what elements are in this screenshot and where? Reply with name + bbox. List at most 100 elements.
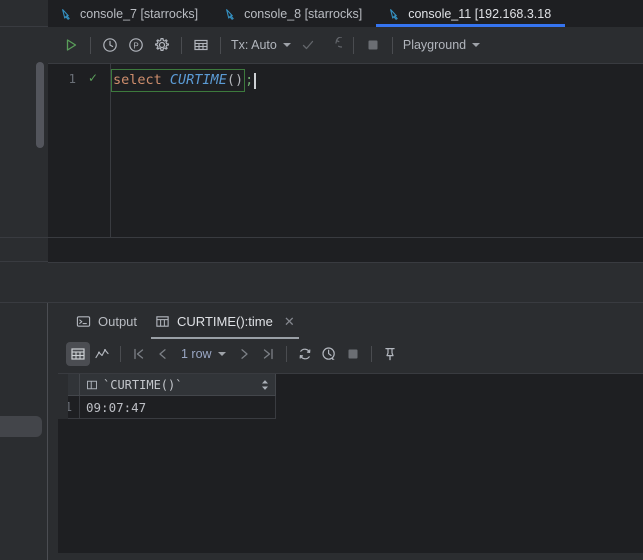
stop-button[interactable] xyxy=(360,32,386,58)
tab-label: console_11 [192.168.3.18 xyxy=(408,6,552,21)
tab-label: console_7 [starrocks] xyxy=(80,6,199,21)
sql-parentheses: () xyxy=(226,72,244,88)
inspection-ok-icon: ✓ xyxy=(87,71,98,85)
left-panel-scrollbar-thumb[interactable] xyxy=(36,62,44,148)
console-icon xyxy=(60,7,74,21)
timing-icon xyxy=(321,346,337,362)
stop-icon xyxy=(365,37,381,53)
next-page-button[interactable] xyxy=(232,342,256,366)
toolbar-separator xyxy=(352,36,354,54)
profile-icon: P xyxy=(128,37,144,53)
grid-empty-area xyxy=(58,419,643,553)
pin-tab-button[interactable] xyxy=(378,342,402,366)
left-panel-secondary-header xyxy=(0,262,48,303)
console-icon xyxy=(388,7,402,21)
column-type-icon xyxy=(86,379,98,391)
editor-tab-strip: console_7 [starrocks] console_8 [starroc… xyxy=(48,0,643,27)
tab-console-8[interactable]: console_8 [starrocks] xyxy=(212,0,376,27)
execute-button[interactable] xyxy=(58,32,84,58)
rollback-button[interactable] xyxy=(321,32,347,58)
gear-icon xyxy=(154,37,170,53)
services-results-panel: Output CURTIME():time ✕ 1 row `CURTIME()… xyxy=(48,303,643,560)
sql-editor[interactable]: 1 ✓ select CURTIME(); xyxy=(48,63,643,237)
tab-output[interactable]: Output xyxy=(68,304,145,339)
column-name: `CURTIME()` xyxy=(103,377,183,392)
prev-page-icon xyxy=(155,346,171,362)
result-toolbar: 1 row xyxy=(48,339,643,369)
tab-console-11[interactable]: console_11 [192.168.3.18 xyxy=(376,0,566,27)
prev-page-button[interactable] xyxy=(151,342,175,366)
first-page-button[interactable] xyxy=(127,342,151,366)
toolbar-separator xyxy=(120,346,121,362)
close-icon[interactable]: ✕ xyxy=(284,315,295,328)
tab-label: console_8 [starrocks] xyxy=(244,6,363,21)
toolbar-separator xyxy=(370,346,372,362)
editor-bottom-band xyxy=(48,237,643,262)
sql-semicolon: ; xyxy=(245,72,254,88)
commit-button[interactable] xyxy=(295,32,321,58)
grid-column-header[interactable]: `CURTIME()` xyxy=(80,374,276,395)
history-icon xyxy=(102,37,118,53)
table-icon xyxy=(155,314,170,329)
left-tool-panel xyxy=(0,0,54,560)
next-page-icon xyxy=(236,346,252,362)
chevron-down-icon xyxy=(282,43,291,47)
tool-window-splitter-band[interactable] xyxy=(48,262,643,303)
transaction-mode-label: Tx: Auto xyxy=(231,38,277,52)
execute-icon xyxy=(63,37,79,53)
table-view-button[interactable] xyxy=(66,342,90,366)
table-row[interactable]: 1 09:07:47 xyxy=(58,396,276,419)
result-tab-label: CURTIME():time xyxy=(177,313,273,329)
grid-cell[interactable]: 09:07:47 xyxy=(80,396,276,419)
reload-button[interactable] xyxy=(293,342,317,366)
rollback-icon xyxy=(326,37,342,53)
editor-gutter[interactable]: 1 ✓ xyxy=(48,64,110,237)
tree-selected-item[interactable] xyxy=(0,416,42,437)
text-caret xyxy=(254,72,257,89)
result-grid[interactable]: `CURTIME()` 1 09:07:47 xyxy=(58,373,643,554)
data-grid-icon xyxy=(193,37,209,53)
current-statement-highlight: select CURTIME() xyxy=(111,69,246,92)
editor-code-line[interactable]: select CURTIME(); xyxy=(111,69,257,92)
settings-button[interactable] xyxy=(149,32,175,58)
last-page-icon xyxy=(260,346,276,362)
left-panel-header xyxy=(0,0,48,27)
terminal-icon xyxy=(76,314,91,329)
toolbar-separator xyxy=(181,36,182,54)
last-page-button[interactable] xyxy=(256,342,280,366)
line-number: 1 xyxy=(68,71,76,86)
transaction-mode-dropdown[interactable]: Tx: Auto xyxy=(227,38,295,52)
console-icon xyxy=(224,7,238,21)
history-button[interactable] xyxy=(97,32,123,58)
data-grid-button[interactable] xyxy=(188,32,214,58)
chart-view-button[interactable] xyxy=(90,342,114,366)
timing-button[interactable] xyxy=(317,342,341,366)
row-count-dropdown[interactable]: 1 row xyxy=(175,347,232,361)
tab-console-7[interactable]: console_7 [starrocks] xyxy=(48,0,212,27)
result-tab-label: Output xyxy=(98,313,138,329)
pin-icon xyxy=(382,346,398,362)
sql-function-name: CURTIME xyxy=(169,72,227,88)
toolbar-separator xyxy=(285,346,287,362)
schema-label: Playground xyxy=(402,38,467,52)
table-view-icon xyxy=(70,346,86,362)
datagrip-window: console_7 [starrocks] console_8 [starroc… xyxy=(0,0,643,560)
first-page-icon xyxy=(131,346,147,362)
toolbar-separator xyxy=(220,36,221,54)
schema-selector-dropdown[interactable]: Playground xyxy=(399,38,484,52)
stop-button[interactable] xyxy=(341,342,365,366)
chevron-down-icon xyxy=(217,352,226,356)
editor-toolbar: P Tx: Auto Playground xyxy=(48,27,643,63)
grid-header-row: `CURTIME()` xyxy=(58,374,276,396)
chart-view-icon xyxy=(94,346,110,362)
row-count-label: 1 row xyxy=(181,347,212,361)
toolbar-separator xyxy=(391,36,393,54)
checkmark-icon xyxy=(300,37,316,53)
sort-arrows-icon[interactable] xyxy=(261,379,269,390)
chevron-down-icon xyxy=(472,43,481,47)
reload-icon xyxy=(297,346,313,362)
svg-text:P: P xyxy=(133,41,138,50)
tab-curtime-result[interactable]: CURTIME():time ✕ xyxy=(147,304,303,339)
profile-button[interactable]: P xyxy=(123,32,149,58)
